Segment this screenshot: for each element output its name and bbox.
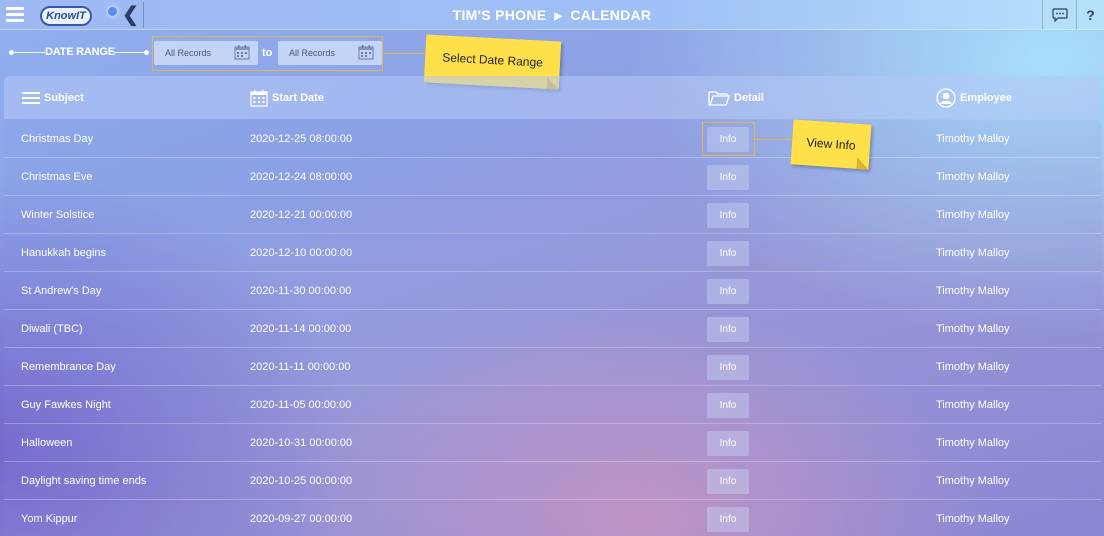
cell-start-date: 2020-12-24 08:00:00 <box>250 171 353 183</box>
column-employee-label: Employee <box>960 92 1012 104</box>
date-from-field[interactable]: All Records <box>154 41 258 65</box>
cell-employee: Timothy Malloy <box>936 475 1010 487</box>
cell-employee: Timothy Malloy <box>936 361 1010 373</box>
cell-start-date: 2020-11-05 00:00:00 <box>250 399 352 411</box>
cell-employee: Timothy Malloy <box>936 133 1010 145</box>
cell-employee: Timothy Malloy <box>936 399 1010 411</box>
date-to-value: All Records <box>289 48 336 58</box>
cell-subject: Guy Fawkes Night <box>21 399 111 411</box>
help-button[interactable]: ? <box>1076 0 1104 30</box>
cell-start-date: 2020-10-31 00:00:00 <box>250 437 353 449</box>
table-row[interactable]: Christmas Day 2020-12-25 08:00:00 Info T… <box>4 120 1101 158</box>
cell-employee: Timothy Malloy <box>936 171 1010 183</box>
column-start-date[interactable]: Start Date <box>250 88 324 108</box>
column-start-date-label: Start Date <box>272 92 324 104</box>
date-range-label: DATE RANGE <box>45 46 115 58</box>
date-to-label: to <box>262 47 273 59</box>
calendar-icon[interactable] <box>358 44 374 60</box>
cell-start-date: 2020-10-25 00:00:00 <box>250 475 353 487</box>
cell-employee: Timothy Malloy <box>936 323 1010 335</box>
table-body: Christmas Day 2020-12-25 08:00:00 Info T… <box>4 120 1101 536</box>
table-row[interactable]: Halloween 2020-10-31 00:00:00 Info Timot… <box>4 424 1101 462</box>
breadcrumb-device[interactable]: TIM'S PHONE <box>453 7 547 23</box>
list-icon <box>22 92 40 104</box>
info-button[interactable]: Info <box>707 431 749 456</box>
range-line-left <box>11 52 45 53</box>
select-date-range-note-text: Select Date Range <box>441 50 544 70</box>
calendar-icon[interactable] <box>234 44 250 60</box>
table-row[interactable]: Winter Solstice 2020-12-21 00:00:00 Info… <box>4 196 1101 234</box>
view-info-note: View Info <box>790 119 872 170</box>
info-button[interactable]: Info <box>707 507 749 532</box>
range-line-right <box>114 52 146 53</box>
cell-subject: St Andrew's Day <box>21 285 102 297</box>
date-to-field[interactable]: All Records <box>278 41 382 65</box>
cell-subject: Christmas Eve <box>21 171 93 183</box>
column-detail-label: Detail <box>734 92 764 104</box>
cell-employee: Timothy Malloy <box>936 209 1010 221</box>
column-employee[interactable]: Employee <box>936 88 1012 108</box>
table-row[interactable]: Diwali (TBC) 2020-11-14 00:00:00 Info Ti… <box>4 310 1101 348</box>
cell-employee: Timothy Malloy <box>936 285 1010 297</box>
column-detail[interactable]: Detail <box>708 88 764 108</box>
cell-start-date: 2020-11-14 00:00:00 <box>250 323 352 335</box>
cell-subject: Remembrance Day <box>21 361 116 373</box>
table-row[interactable]: St Andrew's Day 2020-11-30 00:00:00 Info… <box>4 272 1101 310</box>
info-button[interactable]: Info <box>707 279 749 304</box>
cell-subject: Hanukkah begins <box>21 247 107 259</box>
table-row[interactable]: Christmas Eve 2020-12-24 08:00:00 Info T… <box>4 158 1101 196</box>
calendar-icon <box>250 90 268 107</box>
info-button[interactable]: Info <box>707 355 749 380</box>
table-row[interactable]: Guy Fawkes Night 2020-11-05 00:00:00 Inf… <box>4 386 1101 424</box>
info-button[interactable]: Info <box>707 469 749 494</box>
table-row[interactable]: Hanukkah begins 2020-12-10 00:00:00 Info… <box>4 234 1101 272</box>
cell-start-date: 2020-11-11 00:00:00 <box>250 361 351 373</box>
info-button[interactable]: Info <box>707 317 749 342</box>
cell-subject: Halloween <box>21 437 73 449</box>
breadcrumb-section: CALENDAR <box>570 7 652 23</box>
user-icon <box>936 88 956 108</box>
range-dot-right <box>144 50 149 55</box>
annotation-connector <box>755 139 793 140</box>
table-row[interactable]: Yom Kippur 2020-09-27 00:00:00 Info Timo… <box>4 500 1101 536</box>
chat-button[interactable] <box>1042 0 1076 30</box>
info-button[interactable]: Info <box>707 241 749 266</box>
cell-subject: Diwali (TBC) <box>21 323 83 335</box>
table-header: Subject Start Date Detail Employee <box>4 76 1101 119</box>
info-button-highlight <box>702 122 755 156</box>
top-bar: KnowIT ❮ TIM'S PHONE ▶ CALENDAR ? <box>0 0 1104 30</box>
cell-employee: Timothy Malloy <box>936 437 1010 449</box>
column-subject-label: Subject <box>44 92 84 104</box>
cell-subject: Daylight saving time ends <box>21 475 147 487</box>
info-button[interactable]: Info <box>707 203 749 228</box>
cell-start-date: 2020-12-10 00:00:00 <box>250 247 353 259</box>
breadcrumb-separator-icon: ▶ <box>554 11 563 22</box>
view-info-note-text: View Info <box>806 135 857 153</box>
date-from-value: All Records <box>165 48 212 58</box>
cell-subject: Winter Solstice <box>21 209 95 221</box>
cell-employee: Timothy Malloy <box>936 513 1010 525</box>
cell-subject: Yom Kippur <box>21 513 78 525</box>
cell-employee: Timothy Malloy <box>936 247 1010 259</box>
chat-icon <box>1051 8 1068 23</box>
info-button[interactable]: Info <box>707 393 749 418</box>
cell-start-date: 2020-11-30 00:00:00 <box>250 285 352 297</box>
table-row[interactable]: Remembrance Day 2020-11-11 00:00:00 Info… <box>4 348 1101 386</box>
column-subject[interactable]: Subject <box>22 88 84 108</box>
cell-subject: Christmas Day <box>21 133 94 145</box>
cell-start-date: 2020-12-25 08:00:00 <box>250 133 353 145</box>
info-button[interactable]: Info <box>707 165 749 190</box>
annotation-connector <box>383 53 425 54</box>
breadcrumb: TIM'S PHONE ▶ CALENDAR <box>0 7 1104 23</box>
cell-start-date: 2020-09-27 00:00:00 <box>250 513 353 525</box>
cell-start-date: 2020-12-21 00:00:00 <box>250 209 353 221</box>
table-row[interactable]: Daylight saving time ends 2020-10-25 00:… <box>4 462 1101 500</box>
folder-icon <box>708 91 730 106</box>
